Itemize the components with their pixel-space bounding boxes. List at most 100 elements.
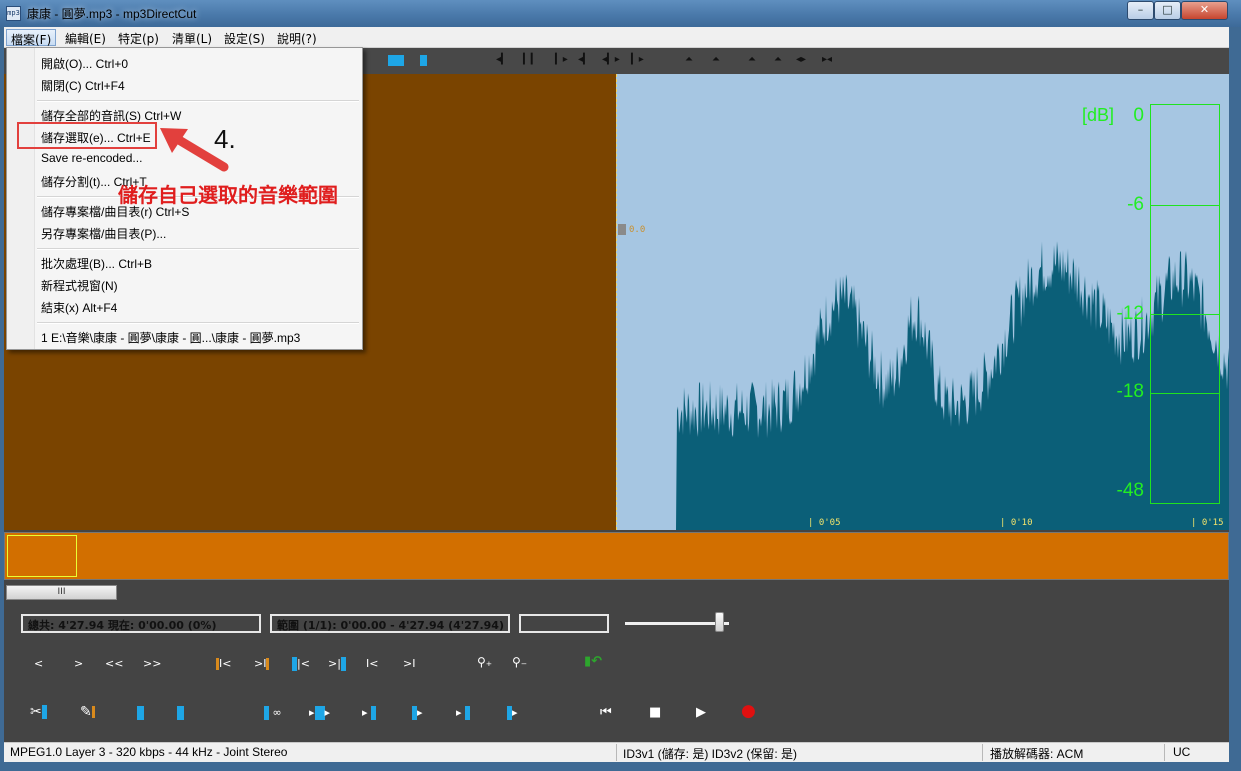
play-after-button[interactable]: ▸ (507, 706, 518, 720)
fast-forward-button[interactable]: >> (143, 657, 161, 671)
edit-icon[interactable]: ✎ (80, 704, 95, 720)
meter-gridline (1151, 205, 1219, 206)
shrink-icon[interactable]: ▸◂ (822, 54, 832, 65)
cut-start-icon[interactable]: ◂▎ (496, 54, 509, 65)
app-icon: mp3 (6, 6, 21, 21)
waveform-view[interactable] (616, 74, 1229, 530)
menu-item-exit[interactable]: 結束(x) Alt+F4 (41, 299, 117, 317)
fast-back-button[interactable]: << (105, 657, 123, 671)
db-label: -12 (1116, 303, 1144, 324)
zoom-in-icon[interactable]: ⚲₊ (477, 655, 492, 669)
overview-selection[interactable] (7, 535, 77, 577)
id3-status: ID3v1 (儲存: 是) ID3v2 (保留: 是) (623, 747, 798, 761)
volume-up-icon[interactable]: ⏶ (748, 54, 756, 65)
goto-sel-end-button[interactable]: >I (254, 657, 270, 671)
menu-item-open[interactable]: 開啟(O)... Ctrl+0 (41, 55, 128, 73)
set-end-button[interactable] (177, 706, 184, 720)
time-tick: | 0'05 (808, 518, 841, 528)
overview-bar[interactable] (4, 532, 1229, 580)
range-display: 範圍 (1/1): 0'00.00 - 4'27.94 (4'27.94) (270, 614, 510, 633)
menu-bar: 檔案(F) 編輯(E) 特定(p) 清單(L) 設定(S) 說明(?) (4, 27, 1229, 48)
menu-item-new-window[interactable]: 新程式視窗(N) (41, 277, 118, 295)
maximize-button[interactable]: □ (1154, 1, 1181, 20)
stop-button[interactable]: ■ (649, 706, 661, 720)
menu-item-save-re-encoded[interactable]: Save re-encoded... (41, 151, 142, 169)
annotation-note: 儲存自己選取的音樂範圍 (118, 183, 338, 207)
cursor-handle[interactable] (618, 224, 626, 235)
annotation-highlight-box (17, 122, 157, 149)
volume-down-icon[interactable]: ⏶ (774, 54, 782, 65)
prev-track-button[interactable]: ⏮ (600, 706, 612, 720)
play-cursor[interactable] (616, 74, 617, 530)
marker-left-icon[interactable]: ▎▸ (555, 54, 568, 65)
menu-item-batch[interactable]: 批次處理(B)... Ctrl+B (41, 255, 152, 273)
decoder-status: 播放解碼器: ACM (990, 747, 1084, 761)
goto-marker-prev-button[interactable]: |< (292, 657, 310, 671)
meter-gridline (1151, 393, 1219, 394)
goto-end-button[interactable]: >I (403, 657, 415, 671)
status-divider (982, 744, 983, 761)
set-start-button[interactable] (137, 706, 144, 720)
window-title: 康康 - 圓夢.mp3 - mp3DirectCut (27, 7, 197, 21)
zoom-selection-icon[interactable] (420, 55, 427, 66)
cut-icon[interactable]: ✂ (30, 704, 47, 720)
play-from-marker-button[interactable]: ▸ (412, 706, 423, 720)
zoom-out-icon[interactable]: ⚲₋ (512, 655, 527, 669)
minimize-button[interactable]: – (1127, 1, 1154, 20)
play-to-marker-button[interactable]: ▸ (362, 706, 377, 720)
undo-icon[interactable]: ▮↶ (584, 654, 602, 669)
db-label: -18 (1116, 381, 1144, 402)
horizontal-scroll-thumb[interactable]: III (6, 585, 117, 600)
waveform-graph (616, 241, 1229, 530)
level-meter-fill (1152, 395, 1219, 503)
menu-settings[interactable]: 設定(S) (220, 29, 269, 46)
menu-item-close[interactable]: 關閉(C) Ctrl+F4 (41, 77, 125, 95)
db-label: -48 (1116, 480, 1144, 501)
volume-slider-thumb[interactable] (714, 612, 724, 632)
marker-right-icon[interactable]: ◂▎ (578, 54, 591, 65)
db-label: 0 (1133, 105, 1144, 126)
time-tick: | 0'10 (1000, 518, 1033, 528)
cut-end-icon[interactable]: ▎▎ (523, 54, 538, 65)
menu-separator (37, 248, 359, 250)
zoom-all-icon[interactable] (388, 55, 404, 66)
menu-special[interactable]: 特定(p) (114, 29, 163, 46)
total-time-display: 總共: 4'27.94 現在: 0'00.00 (0%) (21, 614, 261, 633)
time-tick: | 0'15 (1191, 518, 1224, 528)
menu-item-save-project-as[interactable]: 另存專案檔/曲目表(P)... (41, 225, 166, 243)
menu-help[interactable]: 說明(?) (273, 29, 321, 46)
cursor-label: 0.0 (629, 225, 646, 235)
close-button[interactable]: ✕ (1181, 1, 1228, 20)
time-input-box[interactable] (519, 614, 609, 633)
goto-marker-next-button[interactable]: >| (328, 657, 346, 671)
menu-separator (37, 100, 359, 102)
menu-edit[interactable]: 編輯(E) (61, 29, 110, 46)
marker-both-icon[interactable]: ◂▎▸ (602, 54, 620, 65)
menu-file[interactable]: 檔案(F) (6, 29, 57, 47)
format-status: MPEG1.0 Layer 3 - 320 kbps - 44 kHz - Jo… (10, 745, 288, 759)
record-button[interactable]: ● (741, 703, 756, 720)
status-divider (616, 744, 617, 761)
menu-separator (37, 322, 359, 324)
annotation-step-number: 4. (214, 124, 236, 154)
status-divider (1164, 744, 1165, 761)
play-selection-button[interactable]: ▸ ▸ (309, 706, 330, 720)
meter-gridline (1151, 314, 1219, 315)
goto-start-button[interactable]: I< (366, 657, 378, 671)
menu-item-recent-file[interactable]: 1 E:\音樂\康康 - 圓夢\康康 - 圓...\康康 - 圓夢.mp3 (41, 329, 300, 347)
play-button[interactable]: ▶ (696, 706, 706, 720)
play-around-button[interactable]: ▸ (456, 706, 471, 720)
status-bar: MPEG1.0 Layer 3 - 320 kbps - 44 kHz - Jo… (4, 742, 1229, 762)
mode-status: UC (1173, 745, 1191, 759)
volume-slider-track[interactable] (625, 622, 729, 625)
marker-next-icon[interactable]: ▎▸ (631, 54, 644, 65)
expand-icon[interactable]: ◂▸ (796, 54, 806, 65)
menu-list[interactable]: 清單(L) (168, 29, 216, 46)
fade-in-icon[interactable]: ⏶ (685, 54, 693, 65)
goto-sel-start-button[interactable]: I< (216, 657, 231, 671)
loop-play-button[interactable]: ∞ (264, 706, 282, 720)
fade-out-icon[interactable]: ⏶ (712, 54, 720, 65)
menu-gutter (7, 48, 35, 349)
step-forward-button[interactable]: > (74, 657, 83, 671)
step-back-button[interactable]: < (34, 657, 43, 671)
